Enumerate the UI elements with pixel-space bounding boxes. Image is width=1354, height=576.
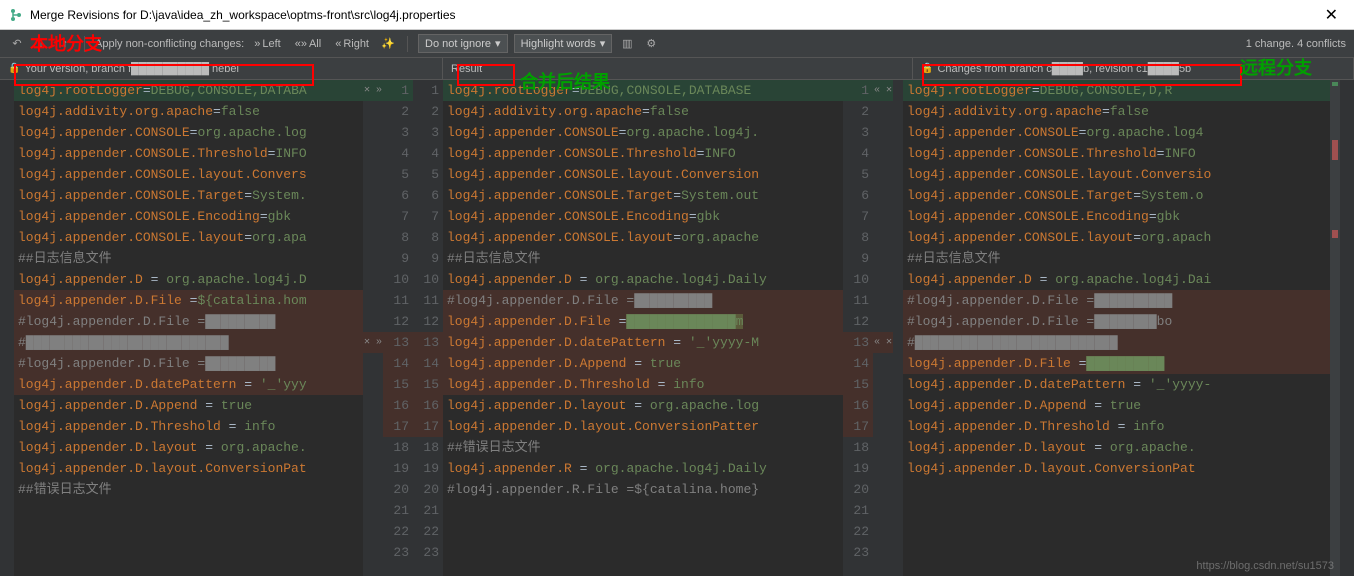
code-line[interactable]: log4j.appender.CONSOLE=org.apache.log	[14, 122, 363, 143]
lock-icon: 🔒	[921, 63, 933, 74]
merge-panes: log4j.rootLogger=DEBUG,CONSOLE,DATABAlog…	[0, 80, 1354, 576]
layout-icon[interactable]: ▥	[618, 35, 636, 53]
code-line[interactable]: log4j.appender.D.Threshold = info	[903, 416, 1340, 437]
code-line[interactable]: log4j.appender.D.File =${catalina.hom	[14, 290, 363, 311]
code-line[interactable]: log4j.appender.D.layout = org.apache.	[14, 437, 363, 458]
code-line[interactable]: log4j.appender.D.Threshold = info	[14, 416, 363, 437]
gear-icon[interactable]: ⚙	[642, 35, 660, 53]
code-line[interactable]: ##日志信息文件	[443, 248, 843, 269]
code-line[interactable]: log4j.appender.D.datePattern = '_'yyyy-M	[443, 332, 843, 353]
code-line[interactable]: log4j.appender.CONSOLE.Target=System.	[14, 185, 363, 206]
code-line[interactable]: log4j.appender.D = org.apache.log4j.Dail…	[443, 269, 843, 290]
panel-headers: 🔒Your version, branch f██████████ hebei …	[0, 58, 1354, 80]
header-left: 🔒Your version, branch f██████████ hebei	[0, 58, 443, 79]
code-line[interactable]: log4j.appender.D.layout.ConversionPat	[14, 458, 363, 479]
code-line[interactable]: log4j.addivity.org.apache=false	[443, 101, 843, 122]
code-line[interactable]: log4j.addivity.org.apache=false	[903, 101, 1340, 122]
apply-right-button[interactable]: « Right	[331, 38, 373, 50]
code-line[interactable]: log4j.appender.CONSOLE.Encoding=gbk	[903, 206, 1340, 227]
left-pane[interactable]: log4j.rootLogger=DEBUG,CONSOLE,DATABAlog…	[14, 80, 363, 576]
code-line[interactable]: log4j.appender.D.Append = true	[903, 395, 1340, 416]
code-line[interactable]: log4j.appender.D.Threshold = info	[443, 374, 843, 395]
right-gutter: 1« ✕2345678910111213« ✕14151617181920212…	[843, 80, 903, 576]
apply-right-action[interactable]: « ✕	[873, 80, 893, 101]
code-line[interactable]: #██████████████████████████	[903, 332, 1340, 353]
close-button[interactable]: ✕	[1317, 5, 1346, 25]
code-line[interactable]: log4j.appender.CONSOLE=org.apache.log4	[903, 122, 1340, 143]
code-line[interactable]: log4j.appender.D.Append = true	[14, 395, 363, 416]
code-line[interactable]: #log4j.appender.D.File =█████████	[14, 311, 363, 332]
code-line[interactable]: log4j.appender.CONSOLE.Threshold=INFO	[903, 143, 1340, 164]
code-line[interactable]: #log4j.appender.D.File =██████████	[443, 290, 843, 311]
code-line[interactable]: #log4j.appender.D.File =█████████	[14, 353, 363, 374]
rollback-icon[interactable]: ↶	[8, 35, 26, 53]
code-line[interactable]: log4j.appender.D = org.apache.log4j.Dai	[903, 269, 1340, 290]
code-line[interactable]: log4j.appender.D = org.apache.log4j.D	[14, 269, 363, 290]
code-line[interactable]: log4j.appender.CONSOLE.Target=System.out	[443, 185, 843, 206]
code-line[interactable]: ##日志信息文件	[14, 248, 363, 269]
ignore-dropdown[interactable]: Do not ignore ▾	[418, 34, 508, 53]
code-line[interactable]: log4j.appender.CONSOLE.layout=org.apach	[903, 227, 1340, 248]
code-line[interactable]: log4j.appender.CONSOLE.layout.Convers	[14, 164, 363, 185]
code-line[interactable]: #██████████████████████████	[14, 332, 363, 353]
code-line[interactable]: log4j.appender.D.File =██████████████m	[443, 311, 843, 332]
code-line[interactable]: log4j.appender.CONSOLE.layout.Conversion	[443, 164, 843, 185]
code-line[interactable]: #log4j.appender.R.File =${catalina.home}	[443, 479, 843, 500]
arrow-down-icon[interactable]: ↓	[32, 35, 50, 53]
code-line[interactable]: log4j.addivity.org.apache=false	[14, 101, 363, 122]
highlight-dropdown[interactable]: Highlight words ▾	[514, 34, 613, 53]
code-line[interactable]: log4j.appender.D.layout = org.apache.	[903, 437, 1340, 458]
watermark: https://blog.csdn.net/su1573	[1196, 560, 1334, 572]
code-line[interactable]: log4j.rootLogger=DEBUG,CONSOLE,DATABA	[14, 80, 363, 101]
magic-wand-icon[interactable]: ✨	[379, 35, 397, 53]
apply-label: Apply non-conflicting changes:	[95, 38, 244, 50]
code-line[interactable]: #log4j.appender.D.File =████████bo	[903, 311, 1340, 332]
code-line[interactable]: ##错误日志文件	[443, 437, 843, 458]
code-line[interactable]: #log4j.appender.D.File =██████████	[903, 290, 1340, 311]
header-center: Result	[443, 58, 913, 79]
right-scrollbar[interactable]	[1330, 80, 1340, 576]
apply-left-action[interactable]: ✕ »	[363, 332, 383, 353]
code-line[interactable]: log4j.appender.D.datePattern = '_'yyy	[14, 374, 363, 395]
lock-icon: 🔒	[8, 63, 20, 74]
code-line[interactable]: log4j.appender.D.File =██████████	[903, 353, 1340, 374]
code-line[interactable]: log4j.appender.CONSOLE.Encoding=gbk	[14, 206, 363, 227]
left-marker-gutter	[0, 80, 14, 576]
code-line[interactable]: log4j.appender.R = org.apache.log4j.Dail…	[443, 458, 843, 479]
code-line[interactable]: log4j.appender.CONSOLE.layout.Conversio	[903, 164, 1340, 185]
code-line[interactable]: log4j.rootLogger=DEBUG,CONSOLE,DATABASE	[443, 80, 843, 101]
code-line[interactable]: log4j.appender.CONSOLE.Encoding=gbk	[443, 206, 843, 227]
code-line[interactable]: ##错误日志文件	[14, 479, 363, 500]
code-line[interactable]: log4j.appender.CONSOLE.Threshold=INFO	[14, 143, 363, 164]
code-line[interactable]: log4j.appender.D.layout.ConversionPatter	[443, 416, 843, 437]
right-marker-gutter	[1340, 80, 1354, 576]
code-line[interactable]: log4j.appender.CONSOLE=org.apache.log4j.	[443, 122, 843, 143]
header-right: 🔒Changes from branch c████b, revision c1…	[913, 58, 1354, 79]
toolbar: ↶ ↓ ↑ Apply non-conflicting changes: » L…	[0, 30, 1354, 58]
apply-left-button[interactable]: » Left	[250, 38, 284, 50]
code-line[interactable]: log4j.appender.CONSOLE.layout=org.apa	[14, 227, 363, 248]
code-line[interactable]: log4j.appender.D.layout = org.apache.log	[443, 395, 843, 416]
code-line[interactable]: log4j.appender.D.Append = true	[443, 353, 843, 374]
code-line[interactable]: log4j.appender.CONSOLE.layout=org.apache	[443, 227, 843, 248]
apply-left-action[interactable]: ✕ »	[363, 80, 383, 101]
right-pane[interactable]: log4j.rootLogger=DEBUG,CONSOLE,D,Rlog4j.…	[903, 80, 1340, 576]
center-gutter: ✕ »112233445566778899101011111212✕ »1313…	[363, 80, 443, 576]
code-line[interactable]: log4j.appender.D.datePattern = '_'yyyy-	[903, 374, 1340, 395]
code-line[interactable]: log4j.appender.D.layout.ConversionPat	[903, 458, 1340, 479]
status-text: 1 change. 4 conflicts	[1246, 38, 1346, 50]
center-pane[interactable]: log4j.rootLogger=DEBUG,CONSOLE,DATABASEl…	[443, 80, 843, 576]
arrow-up-icon[interactable]: ↑	[56, 35, 74, 53]
apply-all-button[interactable]: «» All	[291, 38, 325, 50]
code-line[interactable]: ##日志信息文件	[903, 248, 1340, 269]
code-line[interactable]: log4j.appender.CONSOLE.Target=System.o	[903, 185, 1340, 206]
code-line[interactable]: log4j.rootLogger=DEBUG,CONSOLE,D,R	[903, 80, 1340, 101]
code-line[interactable]: log4j.appender.CONSOLE.Threshold=INFO	[443, 143, 843, 164]
titlebar: Merge Revisions for D:\java\idea_zh_work…	[0, 0, 1354, 30]
apply-right-action[interactable]: « ✕	[873, 332, 893, 353]
app-icon	[8, 7, 24, 23]
window-title: Merge Revisions for D:\java\idea_zh_work…	[30, 8, 1317, 22]
